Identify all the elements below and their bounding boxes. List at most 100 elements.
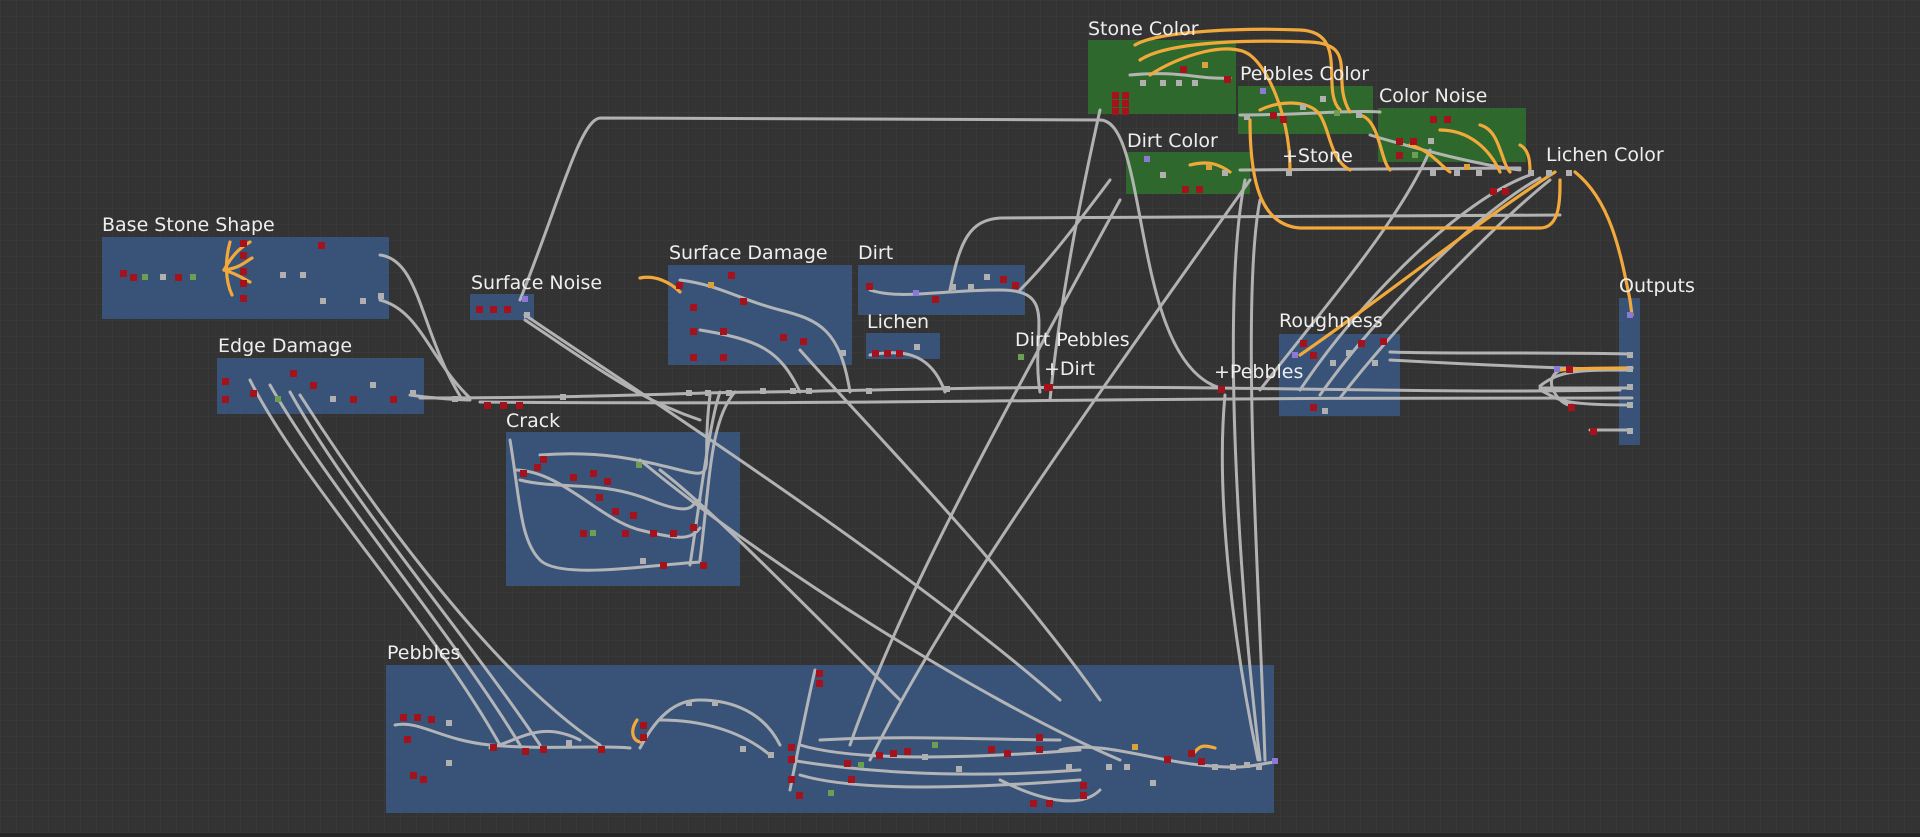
node[interactable]: [240, 295, 247, 302]
node[interactable]: [622, 530, 629, 537]
node[interactable]: [1260, 88, 1266, 94]
node[interactable]: [1244, 114, 1250, 120]
node[interactable]: [800, 338, 807, 345]
node[interactable]: [788, 744, 795, 751]
node[interactable]: [1132, 744, 1138, 750]
node[interactable]: [720, 354, 727, 361]
node[interactable]: [896, 350, 903, 357]
node[interactable]: [1300, 104, 1306, 110]
node[interactable]: [858, 762, 864, 768]
node[interactable]: [1292, 352, 1298, 358]
node[interactable]: [630, 512, 637, 519]
node[interactable]: [1192, 80, 1198, 86]
node[interactable]: [522, 748, 529, 755]
node[interactable]: [1396, 152, 1403, 159]
node[interactable]: [142, 274, 148, 280]
node[interactable]: [828, 790, 834, 796]
node[interactable]: [1030, 800, 1037, 807]
node[interactable]: [690, 304, 697, 311]
node[interactable]: [848, 776, 855, 783]
node[interactable]: [1330, 360, 1336, 366]
node[interactable]: [1320, 96, 1326, 102]
node[interactable]: [290, 370, 297, 377]
node[interactable]: [504, 306, 511, 313]
node[interactable]: [740, 298, 747, 305]
node[interactable]: [890, 750, 897, 757]
node[interactable]: [1230, 764, 1236, 770]
node[interactable]: [370, 382, 376, 388]
node[interactable]: [705, 390, 711, 396]
node[interactable]: [1566, 366, 1573, 373]
node[interactable]: [520, 470, 527, 477]
node[interactable]: [330, 396, 336, 402]
node[interactable]: [1140, 80, 1146, 86]
node[interactable]: [1122, 100, 1129, 107]
node[interactable]: [866, 283, 873, 290]
node[interactable]: [712, 700, 718, 706]
node[interactable]: [1334, 110, 1340, 116]
node[interactable]: [1444, 116, 1451, 123]
node[interactable]: [922, 754, 928, 760]
node[interactable]: [1568, 404, 1575, 411]
node[interactable]: [1182, 186, 1189, 193]
node[interactable]: [1627, 402, 1633, 408]
node[interactable]: [686, 700, 692, 706]
node[interactable]: [540, 456, 547, 463]
node[interactable]: [490, 744, 497, 751]
node[interactable]: [414, 714, 421, 721]
node[interactable]: [570, 474, 577, 481]
node[interactable]: [1454, 170, 1460, 176]
node[interactable]: [1202, 62, 1208, 68]
node[interactable]: [1358, 340, 1365, 347]
node[interactable]: [676, 282, 683, 289]
node[interactable]: [1180, 66, 1187, 73]
node[interactable]: [914, 344, 920, 350]
node[interactable]: [788, 756, 795, 763]
node[interactable]: [1144, 156, 1150, 162]
node[interactable]: [640, 734, 647, 741]
node[interactable]: [728, 272, 735, 279]
node[interactable]: [984, 274, 990, 280]
node[interactable]: [560, 394, 566, 400]
node[interactable]: [452, 396, 458, 402]
node[interactable]: [913, 290, 919, 296]
node[interactable]: [690, 354, 697, 361]
node[interactable]: [1112, 100, 1119, 107]
node[interactable]: [788, 776, 795, 783]
node[interactable]: [872, 350, 879, 357]
node[interactable]: [320, 298, 326, 304]
node[interactable]: [534, 464, 541, 471]
node[interactable]: [1372, 360, 1378, 366]
node[interactable]: [844, 760, 851, 767]
node[interactable]: [1428, 138, 1434, 144]
node[interactable]: [816, 680, 823, 687]
node[interactable]: [566, 740, 572, 746]
node[interactable]: [700, 562, 707, 569]
node[interactable]: [1176, 80, 1182, 86]
node[interactable]: [1430, 116, 1437, 123]
node[interactable]: [1412, 152, 1418, 158]
node[interactable]: [1464, 164, 1470, 170]
node[interactable]: [360, 298, 366, 304]
node[interactable]: [1046, 384, 1053, 391]
node[interactable]: [1310, 404, 1317, 411]
node[interactable]: [720, 328, 727, 335]
node[interactable]: [760, 388, 766, 394]
node[interactable]: [1590, 428, 1597, 435]
node[interactable]: [1080, 792, 1087, 799]
node[interactable]: [1490, 188, 1497, 195]
node[interactable]: [1566, 170, 1572, 176]
node[interactable]: [240, 252, 247, 259]
node[interactable]: [1004, 750, 1011, 757]
node[interactable]: [428, 716, 435, 723]
node[interactable]: [300, 272, 306, 278]
node[interactable]: [1546, 170, 1552, 176]
node[interactable]: [222, 378, 229, 385]
node[interactable]: [884, 350, 891, 357]
node[interactable]: [1046, 800, 1053, 807]
node[interactable]: [1380, 338, 1387, 345]
node[interactable]: [670, 530, 677, 537]
node[interactable]: [640, 722, 647, 729]
node[interactable]: [1396, 138, 1403, 145]
node[interactable]: [660, 562, 667, 569]
